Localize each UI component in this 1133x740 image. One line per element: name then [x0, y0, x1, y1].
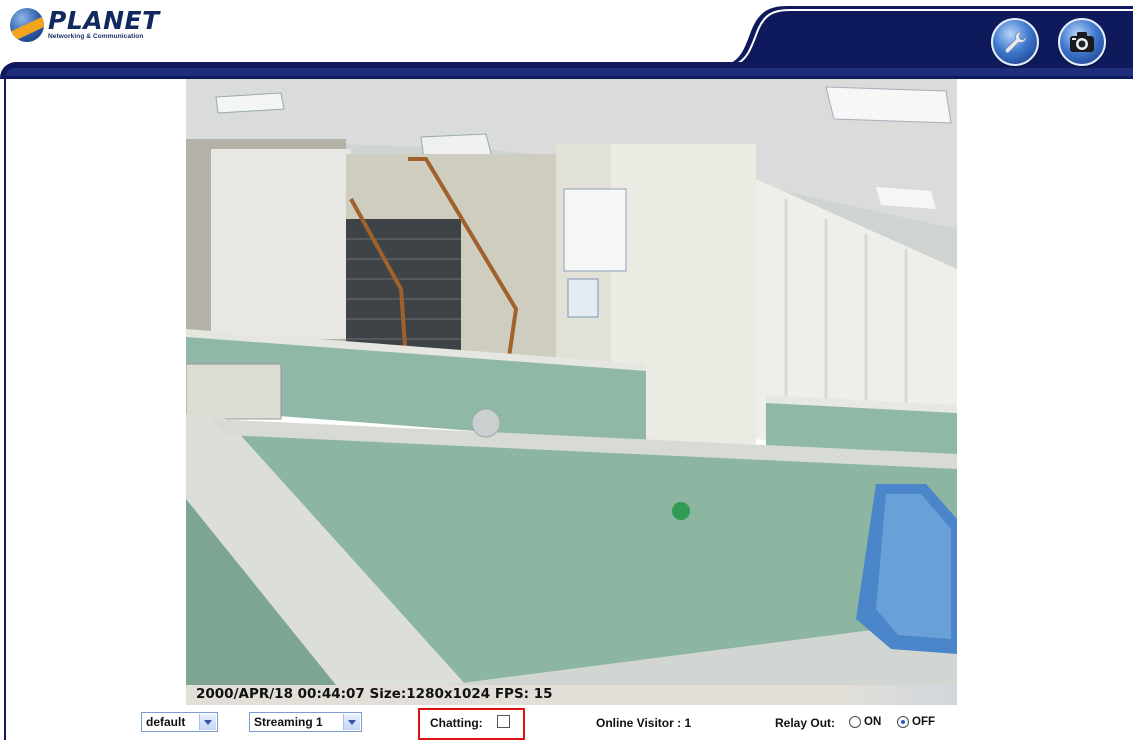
profile-select-value: default: [146, 715, 186, 729]
setup-button[interactable]: [991, 18, 1039, 66]
wrench-icon: [1005, 31, 1027, 53]
stream-select-value: Streaming 1: [254, 715, 323, 729]
video-status-bar: 2000/APR/18 00:44:07 Size:1280x1024 FPS:…: [186, 685, 957, 705]
video-frame: [186, 79, 957, 685]
relay-on-label: ON: [864, 716, 882, 728]
chatting-checkbox[interactable]: [497, 715, 510, 728]
controls-row: default Streaming 1 Chatting: Online Vis…: [0, 707, 1133, 740]
relay-off-radio[interactable]: [897, 716, 909, 728]
stream-select[interactable]: Streaming 1: [249, 712, 362, 732]
globe-logo-icon: [10, 8, 44, 42]
snapshot-button[interactable]: [1058, 18, 1106, 66]
live-video-view[interactable]: [186, 79, 957, 685]
chatting-label: Chatting:: [430, 716, 483, 730]
header-band-inner: [6, 68, 1133, 76]
video-status-text: 2000/APR/18 00:44:07 Size:1280x1024 FPS:…: [196, 686, 553, 702]
logo-tagline: Networking & Communication: [48, 33, 144, 40]
online-visitor-count: Online Visitor : 1: [596, 716, 692, 730]
chevron-down-icon[interactable]: [199, 714, 216, 730]
relay-off-label: OFF: [912, 716, 935, 728]
relay-out-label: Relay Out:: [775, 716, 836, 730]
planet-logo: PLANET Networking & Communication: [10, 8, 160, 42]
profile-select[interactable]: default: [141, 712, 218, 732]
camera-icon: [1070, 32, 1094, 52]
logo-name: PLANET: [48, 6, 160, 35]
relay-on-radio[interactable]: [849, 716, 861, 728]
chevron-down-icon[interactable]: [343, 714, 360, 730]
frame-left-border: [4, 76, 6, 740]
